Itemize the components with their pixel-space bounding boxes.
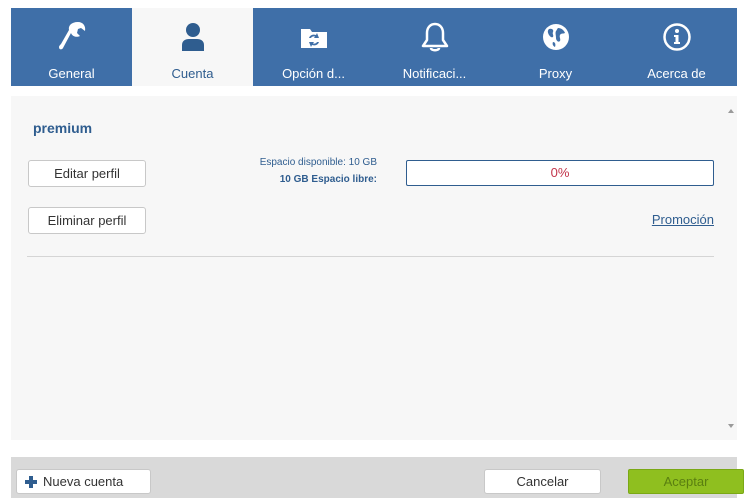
tab-cuenta-label: Cuenta — [171, 66, 214, 81]
divider — [27, 256, 714, 257]
new-account-button[interactable]: Nueva cuenta — [16, 469, 151, 494]
settings-tab-bar: General Cuenta Opción d... Notificaci...… — [0, 0, 745, 86]
promotion-link[interactable]: Promoción — [626, 212, 714, 227]
storage-progress-text: 0% — [550, 165, 570, 180]
tab-notificaciones[interactable]: Notificaci... — [374, 8, 495, 86]
scroll-down-arrow-icon[interactable] — [728, 424, 734, 428]
globe-icon — [495, 19, 616, 55]
scroll-up-arrow-icon[interactable] — [728, 109, 734, 113]
tab-opcion-label: Opción d... — [282, 66, 345, 81]
tab-notificaciones-label: Notificaci... — [402, 66, 467, 81]
tab-proxy-label: Proxy — [538, 66, 573, 81]
tab-general[interactable]: General — [11, 8, 132, 86]
space-available-text: Espacio disponible: 10 GB — [259, 157, 377, 168]
vertical-scrollbar[interactable] — [725, 96, 737, 440]
tab-general-label: General — [48, 66, 95, 81]
storage-progress-bar: 0% — [406, 160, 714, 186]
cancel-button[interactable]: Cancelar — [484, 469, 601, 494]
account-name: premium — [33, 120, 93, 136]
accept-button[interactable]: Aceptar — [628, 469, 744, 494]
footer-bar: Nueva cuenta Cancelar Aceptar — [11, 457, 744, 498]
tab-acerca-de-label: Acerca de — [647, 66, 706, 81]
plus-icon — [25, 475, 37, 488]
sync-folder-icon — [253, 19, 374, 55]
wrench-icon — [11, 19, 132, 55]
bell-icon — [374, 19, 495, 55]
new-account-label: Nueva cuenta — [43, 474, 124, 489]
edit-profile-button[interactable]: Editar perfil — [28, 160, 146, 187]
tab-proxy[interactable]: Proxy — [495, 8, 616, 86]
tab-strip: General Cuenta Opción d... Notificaci...… — [11, 8, 737, 86]
delete-profile-button[interactable]: Eliminar perfil — [28, 207, 146, 234]
info-icon — [616, 19, 737, 55]
user-icon — [132, 19, 253, 55]
space-free-text: 10 GB Espacio libre: — [279, 174, 377, 185]
tab-cuenta[interactable]: Cuenta — [132, 8, 253, 86]
account-panel: premium Editar perfil Eliminar perfil Es… — [11, 96, 725, 440]
tab-opcion-de-sincronizacion[interactable]: Opción d... — [253, 8, 374, 86]
tab-acerca-de[interactable]: Acerca de — [616, 8, 737, 86]
